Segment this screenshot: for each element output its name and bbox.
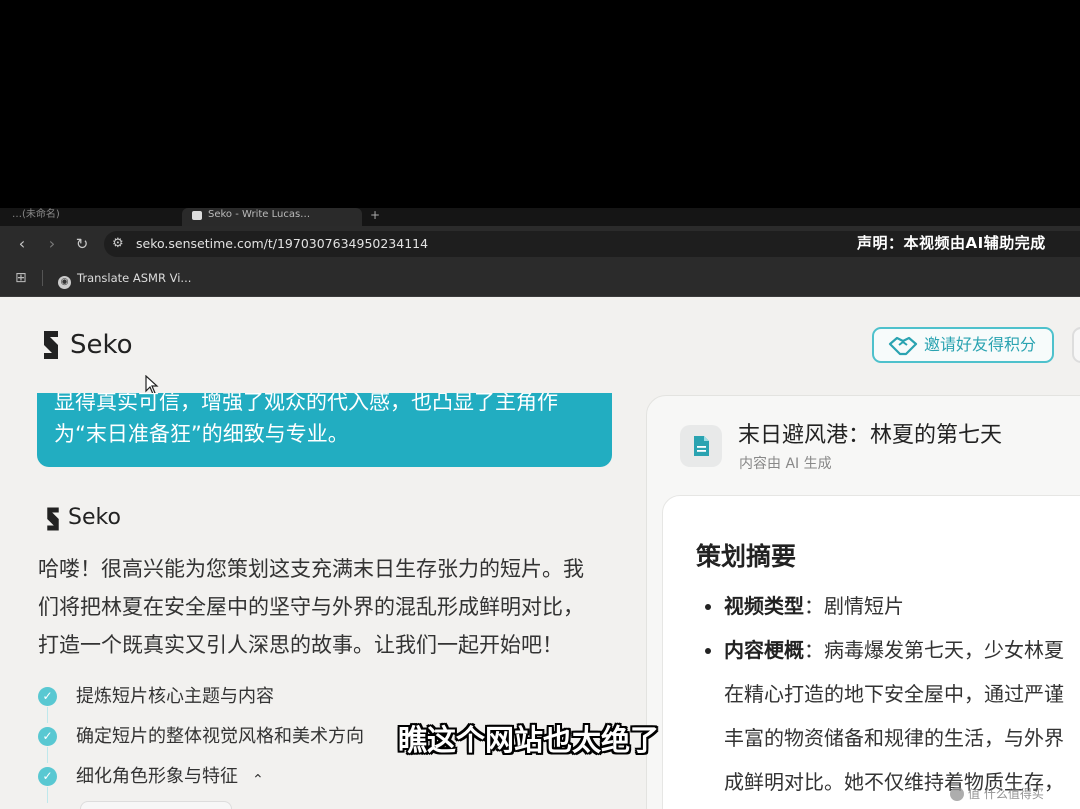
header-button-partial[interactable] <box>1072 327 1080 363</box>
user-message-bubble: 显得真实可信，增强了观众的代入感，也凸显了主角作 为“末日准备狂”的细致与专业。 <box>37 393 612 467</box>
check-icon: ✓ <box>38 767 57 786</box>
seko-page: Seko 邀请好友得积分 显得真实可信，增强了观众的代入感，也凸显了主角作 为“… <box>0 297 1080 809</box>
new-tab-button[interactable]: + <box>370 208 380 222</box>
apps-grid-icon[interactable]: ⊞ <box>15 270 27 286</box>
check-icon: ✓ <box>38 727 57 746</box>
bookmark-favicon-icon: ◉ <box>58 276 71 289</box>
item-continuation: 在精心打造的地下安全屋中，通过严谨 <box>724 682 1064 706</box>
invite-label: 邀请好友得积分 <box>924 335 1037 354</box>
reload-icon[interactable]: ↻ <box>72 234 92 254</box>
watermark: 值 什么值得买 <box>950 784 1044 804</box>
assistant-name: Seko <box>68 505 121 530</box>
bullet <box>705 604 711 610</box>
watermark-logo-icon <box>950 787 964 801</box>
step-label: 细化角色形象与特征 <box>76 766 238 787</box>
bookmarks-bar: ⊞ ◉ Translate ASMR Vi... <box>0 262 1080 297</box>
bubble-line: 显得真实可信，增强了观众的代入感，也凸显了主角作 <box>54 393 558 414</box>
intro-line: 们将把林夏在安全屋中的坚守与外界的混乱形成鲜明对比， <box>38 595 584 619</box>
mouse-cursor-icon <box>145 375 159 395</box>
handshake-icon <box>888 336 918 356</box>
invite-friends-button[interactable]: 邀请好友得积分 <box>872 327 1054 363</box>
step-label: 提炼短片核心主题与内容 <box>76 686 274 707</box>
step-connector <box>47 747 48 763</box>
item-key: 内容梗概 <box>724 638 804 662</box>
step-label: 确定短片的整体视觉风格和美术方向 <box>76 726 364 747</box>
browser-tab-strip: …(未命名) Seko - Write Lucas… + <box>0 208 1080 226</box>
step-item: ✓ 提炼短片核心主题与内容 <box>38 683 598 723</box>
browser-tab[interactable]: …(未命名) <box>12 208 132 226</box>
bubble-line: 为“末日准备狂”的细致与专业。 <box>54 422 349 446</box>
logo-text: Seko <box>70 330 133 360</box>
step-connector <box>47 787 48 803</box>
seko-logo-icon <box>44 331 58 359</box>
step-connector <box>47 707 48 723</box>
chevron-up-icon[interactable]: ⌄ <box>252 764 264 792</box>
back-icon[interactable]: ‹ <box>12 234 32 254</box>
document-icon <box>680 425 722 467</box>
seko-logo-icon <box>47 507 59 531</box>
site-settings-icon[interactable]: ⚙ <box>112 235 128 253</box>
item-value: 剧情短片 <box>824 594 904 618</box>
item-value: 病毒爆发第七天，少女林夏 <box>824 638 1064 662</box>
item-key: 视频类型 <box>724 594 804 618</box>
item-sep: ： <box>804 638 824 662</box>
intro-line: 哈喽！很高兴能为您策划这支充满末日生存张力的短片。我 <box>38 557 584 581</box>
tab-label: …(未命名) <box>12 209 60 220</box>
document-title: 末日避风港：林夏的第七天 <box>738 423 1003 448</box>
intro-line: 打造一个既真实又引人深思的故事。让我们一起开始吧！ <box>38 633 563 657</box>
bookmark-translate[interactable]: ◉ Translate ASMR Vi... <box>58 269 191 289</box>
document-subtitle: 内容由 AI 生成 <box>739 456 832 472</box>
assistant-intro: 哈喽！很高兴能为您策划这支充满末日生存张力的短片。我 们将把林夏在安全屋中的坚守… <box>38 550 618 664</box>
url-text: seko.sensetime.com/t/1970307634950234114 <box>136 236 429 251</box>
forward-icon[interactable]: › <box>42 234 62 254</box>
disclaimer-overlay: 声明：本视频由AI辅助完成 <box>857 234 1046 252</box>
browser-tab-active[interactable]: Seko - Write Lucas… <box>182 208 362 226</box>
bookmark-separator <box>42 270 43 286</box>
item-sep: ： <box>804 594 824 618</box>
check-icon: ✓ <box>38 687 57 706</box>
tab-label: Seko - Write Lucas… <box>208 209 311 220</box>
bullet <box>705 648 711 654</box>
black-letterbox <box>0 0 1080 208</box>
step-item[interactable]: ✓ 细化角色形象与特征 ⌄ <box>38 763 598 803</box>
bookmark-label: Translate ASMR Vi... <box>77 271 192 285</box>
watermark-text: 值 什么值得买 <box>968 787 1044 801</box>
section-title: 策划摘要 <box>696 542 797 571</box>
item-continuation: 丰富的物资储备和规律的生活，与外界 <box>724 726 1064 750</box>
step-label-wrap[interactable]: 细化角色形象与特征 ⌄ <box>76 763 264 792</box>
favicon-icon <box>192 211 202 220</box>
video-subtitle: 瞧这个网站也太绝了 <box>398 723 660 757</box>
sub-step-box <box>80 801 232 809</box>
